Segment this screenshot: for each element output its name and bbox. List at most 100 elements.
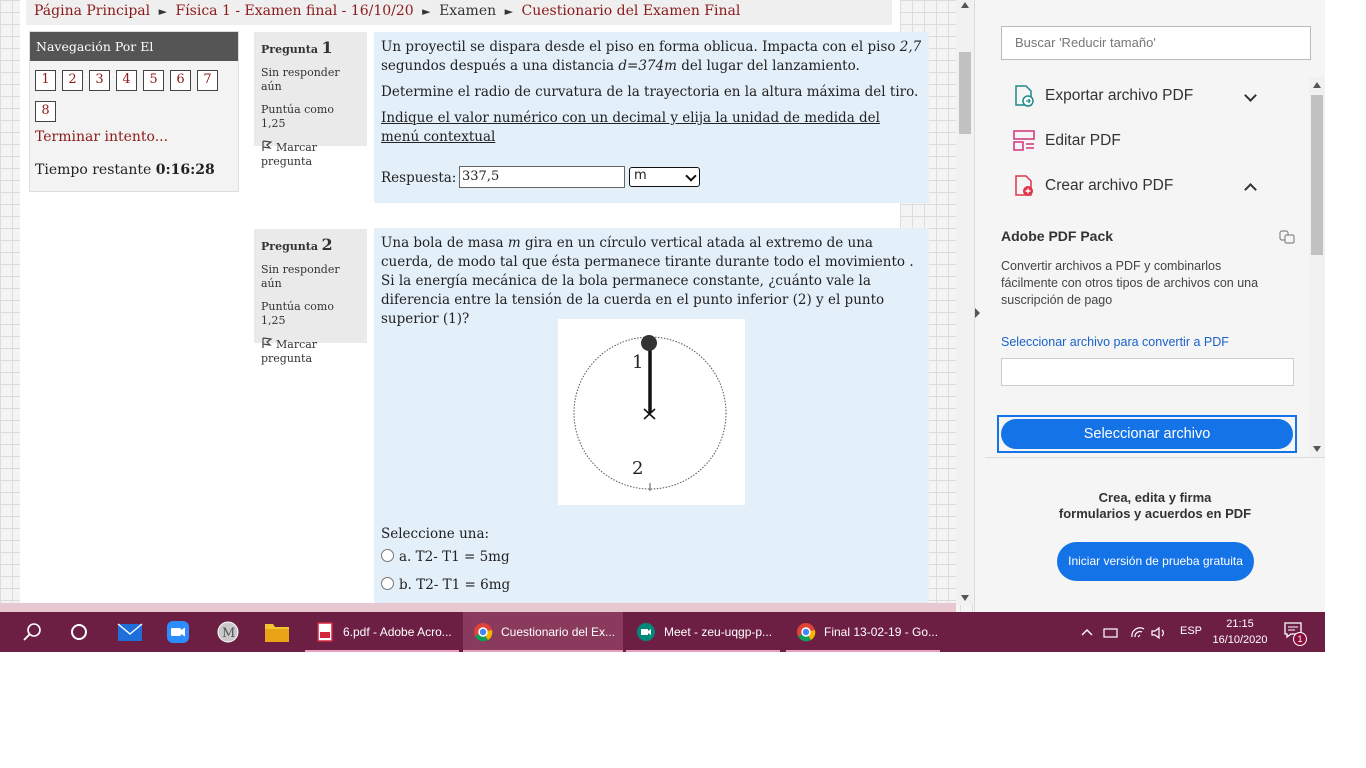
battery-icon xyxy=(1103,628,1118,638)
question-2-info: Pregunta 2 Sin responder aún Puntúa como… xyxy=(254,229,367,365)
tool-edit-pdf[interactable]: Editar PDF xyxy=(985,121,1311,161)
chrome-icon xyxy=(474,623,493,642)
wifi-icon xyxy=(1131,627,1145,638)
question-nav-button[interactable]: 4 xyxy=(116,70,137,91)
question-1-text: Un proyectil se dispara desde el piso en… xyxy=(381,39,922,74)
pdf-pack-panel: Adobe PDF Pack Convertir archivos a PDF … xyxy=(997,228,1301,453)
mail-app-button[interactable] xyxy=(105,612,153,652)
breadcrumb: Página Principal ► Física 1 - Examen fin… xyxy=(26,0,892,25)
moodle-icon: M xyxy=(217,621,239,643)
taskbar-app-chrome-final[interactable]: Final 13-02-19 - Go... xyxy=(786,612,940,652)
acrobat-tools-pane: Buscar 'Reducir tamaño' Exportar archivo… xyxy=(974,0,1325,612)
time-remaining-value: 0:16:28 xyxy=(155,162,215,178)
radio-button[interactable] xyxy=(381,549,394,562)
finish-attempt-link[interactable]: Terminar intento... xyxy=(35,129,168,145)
input-language[interactable]: ESP xyxy=(1180,625,1202,637)
cortana-button[interactable] xyxy=(55,612,103,652)
scroll-down-icon[interactable] xyxy=(961,595,969,601)
promo-line: formularios y acuerdos en PDF xyxy=(1058,506,1252,521)
system-clock[interactable]: 21:15 16/10/2020 xyxy=(1208,616,1272,648)
document-scrollbar[interactable] xyxy=(956,0,974,605)
system-tray-icons[interactable] xyxy=(1080,625,1170,641)
scrollbar-thumb[interactable] xyxy=(959,52,971,134)
question-nav-button[interactable]: 1 xyxy=(35,70,56,91)
promo-line: Crea, edita y firma xyxy=(1098,490,1212,505)
question-nav-button[interactable]: 8 xyxy=(35,101,56,122)
chrome-icon xyxy=(797,623,816,642)
breadcrumb-separator: ► xyxy=(504,5,514,18)
collapse-pane-icon[interactable] xyxy=(975,308,980,318)
figure-label-top: 1 xyxy=(632,352,643,373)
vertical-circle-diagram: 1 2 xyxy=(573,335,727,491)
question-2-text: Una bola de masa m gira en un círculo ve… xyxy=(381,235,914,327)
taskbar-app-label: Final 13-02-19 - Go... xyxy=(824,625,939,639)
select-one-prompt: Seleccione una: xyxy=(381,526,490,542)
zoom-app-button[interactable] xyxy=(154,612,202,652)
create-pdf-icon xyxy=(1015,175,1033,196)
quiz-navigation-title: Navegación Por El Cuestionario xyxy=(30,32,238,83)
answer-input[interactable]: 337,5 xyxy=(459,166,625,188)
notification-badge: 1 xyxy=(1293,632,1307,646)
file-explorer-button[interactable] xyxy=(253,612,301,652)
breadcrumb-separator: ► xyxy=(422,5,431,18)
divider xyxy=(985,457,1325,458)
scroll-up-icon[interactable] xyxy=(1313,82,1321,88)
taskbar-app-meet[interactable]: Meet - zeu-uqgp-p... xyxy=(626,612,780,652)
clock-date: 16/10/2020 xyxy=(1212,634,1268,646)
radio-button[interactable] xyxy=(381,577,394,590)
taskbar-app-chrome-quiz[interactable]: Cuestionario del Ex... xyxy=(463,612,623,652)
windows-taskbar: M 6.pdf - Adobe Acro... Cuestionario del… xyxy=(0,612,1325,652)
taskbar-app-label: 6.pdf - Adobe Acro... xyxy=(343,625,452,639)
tool-export-pdf[interactable]: Exportar archivo PDF xyxy=(985,76,1311,116)
question-status: Sin responder aún xyxy=(261,263,340,290)
chevron-up-icon xyxy=(1081,629,1093,636)
unit-dropdown-value: m xyxy=(634,168,647,183)
flag-question-button[interactable]: Marcar pregunta xyxy=(261,140,360,169)
app-running-indicator xyxy=(463,650,623,652)
option-label: b. T2- T1 = 6mg xyxy=(399,577,511,593)
breadcrumb-course-link[interactable]: Física 1 - Examen final - 16/10/20 xyxy=(175,3,413,19)
select-file-convert-link[interactable]: Seleccionar archivo para convertir a PDF xyxy=(1001,335,1229,349)
tool-label: Crear archivo PDF xyxy=(1045,177,1174,194)
question-label: Pregunta xyxy=(261,240,318,253)
tools-search-input[interactable]: Buscar 'Reducir tamaño' xyxy=(1001,26,1311,60)
select-file-button[interactable]: Seleccionar archivo xyxy=(1001,419,1293,449)
taskbar-app-acrobat[interactable]: 6.pdf - Adobe Acro... xyxy=(305,612,459,652)
vertical-circle-figure: 1 2 xyxy=(558,319,745,505)
scrollbar-thumb[interactable] xyxy=(1311,95,1323,255)
search-button[interactable] xyxy=(8,612,56,652)
info-icon[interactable] xyxy=(1279,230,1295,244)
moodle-app-button[interactable]: M xyxy=(204,612,252,652)
volume-icon xyxy=(1151,626,1164,640)
breadcrumb-home-link[interactable]: Página Principal xyxy=(34,3,150,19)
tool-create-pdf[interactable]: Crear archivo PDF xyxy=(985,166,1311,206)
selected-file-field[interactable] xyxy=(1001,358,1294,386)
start-trial-button[interactable]: Iniciar versión de prueba gratuita xyxy=(1057,542,1254,581)
answer-option-a[interactable]: a. T2- T1 = 5mg xyxy=(381,548,510,567)
pane-scrollbar[interactable] xyxy=(1309,77,1325,457)
question-1-instruction: Determine el radio de curvatura de la tr… xyxy=(381,84,919,100)
action-center-button[interactable]: 1 xyxy=(1283,621,1307,646)
answer-option-b[interactable]: b. T2- T1 = 6mg xyxy=(381,576,510,595)
unit-dropdown[interactable]: m xyxy=(629,167,700,187)
chevron-up-icon[interactable] xyxy=(1244,183,1257,196)
question-status: Sin responder aún xyxy=(261,66,340,93)
scroll-down-icon[interactable] xyxy=(1313,446,1321,452)
breadcrumb-section[interactable]: Examen xyxy=(439,3,496,19)
breadcrumb-quiz-link[interactable]: Cuestionario del Examen Final xyxy=(522,3,741,19)
question-nav-button[interactable]: 7 xyxy=(197,70,218,91)
question-label: Pregunta xyxy=(261,43,318,56)
question-nav-button[interactable]: 3 xyxy=(89,70,110,91)
app-running-indicator xyxy=(626,650,780,652)
flag-icon xyxy=(262,337,273,348)
tool-label: Exportar archivo PDF xyxy=(1045,87,1194,104)
flag-icon xyxy=(262,140,273,151)
question-nav-button[interactable]: 6 xyxy=(170,70,191,91)
question-nav-button[interactable]: 2 xyxy=(62,70,83,91)
mail-icon xyxy=(117,623,143,641)
flag-question-button[interactable]: Marcar pregunta xyxy=(261,337,360,366)
scroll-up-icon[interactable] xyxy=(961,2,969,8)
pdf-pack-description: Convertir archivos a PDF y combinarlos f… xyxy=(1001,259,1259,307)
chevron-down-icon[interactable] xyxy=(1244,89,1257,102)
question-nav-button[interactable]: 5 xyxy=(143,70,164,91)
